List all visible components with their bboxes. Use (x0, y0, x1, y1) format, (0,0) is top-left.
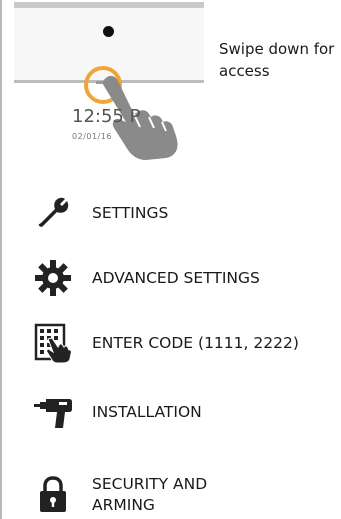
padlock-icon (32, 474, 74, 516)
menu-label-advanced-settings: ADVANCED SETTINGS (92, 268, 260, 287)
menu-label-installation: INSTALLATION (92, 402, 202, 421)
menu-item-installation[interactable]: INSTALLATION (32, 390, 337, 434)
menu-label-settings: SETTINGS (92, 203, 169, 222)
gear-icon (32, 257, 74, 299)
clock-date: 02/01/16 (72, 132, 112, 141)
menu-item-security-and-arming[interactable]: SECURITY AND ARMING (32, 470, 337, 519)
swipe-instruction: Swipe down for access (219, 40, 335, 80)
camera-dot (103, 26, 114, 37)
keypad-hand-icon (32, 322, 74, 364)
menu-label-security-and-arming: SECURITY AND ARMING (92, 475, 208, 514)
menu-label-enter-code: ENTER CODE (1111, 2222) (92, 333, 299, 352)
device-illustration: 12:55 P 02/01/16 (14, 0, 208, 170)
clock-time: 12:55 P (72, 106, 141, 127)
left-border (0, 0, 2, 519)
help-page: 12:55 P 02/01/16 Swipe down for access S… (0, 0, 341, 519)
wrench-icon (32, 192, 74, 234)
menu-item-advanced-settings[interactable]: ADVANCED SETTINGS (32, 256, 337, 300)
menu-item-settings[interactable]: SETTINGS (32, 191, 337, 235)
menu-item-enter-code[interactable]: ENTER CODE (1111, 2222) (32, 321, 337, 365)
drill-icon (32, 391, 74, 433)
